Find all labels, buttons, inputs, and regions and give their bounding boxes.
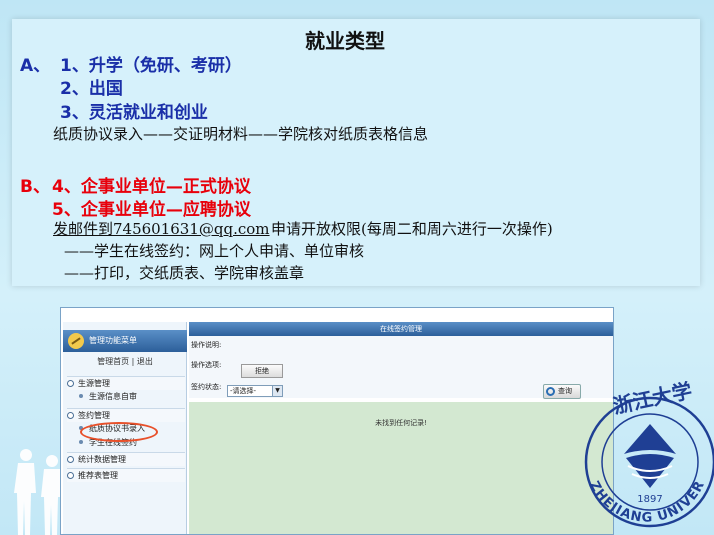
empty-message: 未找到任何记录! xyxy=(375,419,427,427)
logo-graphic: 1897 ZHEJIANG UNIVERSITY 浙江大学 xyxy=(570,365,714,528)
menu-group-signing[interactable]: 签约管理 xyxy=(67,408,185,422)
chevron-down-icon: ▼ xyxy=(272,386,282,396)
menu-label: 生源信息自审 xyxy=(89,392,137,401)
highlight-oval xyxy=(80,422,158,442)
bullet-icon xyxy=(67,472,74,479)
sidebar-links[interactable]: 管理首页 | 退出 xyxy=(63,354,187,370)
embedded-screenshot: 管理功能菜单 管理首页 | 退出 生源管理 生源信息自审 签约管理 纸质协议书录… xyxy=(60,307,614,535)
main-content: 在线签约管理 操作说明: 操作选项: 拒绝 签约状态: -请选择- ▼ 查询 未… xyxy=(189,322,613,534)
item-formal-agreement: 4、企事业单位—正式协议 xyxy=(52,177,251,197)
step-print: ——打印，交纸质表、学院审核盖章 xyxy=(64,264,305,282)
main-title-bar: 在线签约管理 xyxy=(189,322,613,336)
item-further-study: 1、升学（免研、考研） xyxy=(60,56,242,76)
item-application-agreement: 5、企事业单位—应聘协议 xyxy=(52,200,251,220)
search-icon xyxy=(546,387,555,396)
menu-group-recommendation[interactable]: 推荐表管理 xyxy=(67,468,185,482)
logo-calligraphy: 浙江大学 xyxy=(611,378,694,418)
reject-button[interactable]: 拒绝 xyxy=(241,364,283,378)
menu-label: 推荐表管理 xyxy=(78,471,118,480)
email-instructions: 申请开放权限(每周二和周六进行一次操作) xyxy=(271,220,553,238)
status-label: 签约状态: xyxy=(191,383,222,391)
sub-bullet-icon xyxy=(79,394,83,398)
menu-group-student-source[interactable]: 生源管理 xyxy=(67,376,185,390)
logo-year: 1897 xyxy=(637,494,662,505)
tools-icon xyxy=(68,333,84,349)
section-a-prefix: A、 xyxy=(20,56,51,76)
menu-group-statistics[interactable]: 统计数据管理 xyxy=(67,452,185,466)
sub-bullet-icon xyxy=(79,440,83,444)
slide-title: 就业类型 xyxy=(305,29,385,53)
menu-item-source-self-review[interactable]: 生源信息自审 xyxy=(67,390,185,404)
section-b-prefix: B、 xyxy=(20,177,50,197)
menu-label: 生源管理 xyxy=(78,379,110,388)
menu-label: 统计数据管理 xyxy=(78,455,126,464)
paper-agreement-note: 纸质协议录入——交证明材料——学院核对纸质表格信息 xyxy=(53,125,429,143)
menu-label: 签约管理 xyxy=(78,411,110,420)
sidebar-header: 管理功能菜单 xyxy=(63,330,187,352)
sidebar-header-label: 管理功能菜单 xyxy=(89,336,137,345)
status-select-value: -请选择- xyxy=(230,387,257,395)
bullet-icon xyxy=(67,412,74,419)
item-flexible-employment: 3、灵活就业和创业 xyxy=(60,103,208,123)
item-abroad: 2、出国 xyxy=(60,79,123,99)
step-online-signing: ——学生在线签约：网上个人申请、单位审核 xyxy=(64,242,365,260)
results-area: 未找到任何记录! xyxy=(189,402,613,534)
query-button-label: 查询 xyxy=(558,387,572,395)
bullet-icon xyxy=(67,456,74,463)
op-options-label: 操作选项: xyxy=(191,361,222,369)
email-link[interactable]: 发邮件到745601631@qq.com xyxy=(53,218,270,239)
university-logo: 1897 ZHEJIANG UNIVERSITY 浙江大学 xyxy=(570,365,714,535)
status-select[interactable]: -请选择- ▼ xyxy=(227,385,283,397)
bullet-icon xyxy=(67,380,74,387)
filter-form: 操作说明: 操作选项: 拒绝 签约状态: -请选择- ▼ 查询 xyxy=(189,336,613,399)
op-description-label: 操作说明: xyxy=(191,341,222,349)
